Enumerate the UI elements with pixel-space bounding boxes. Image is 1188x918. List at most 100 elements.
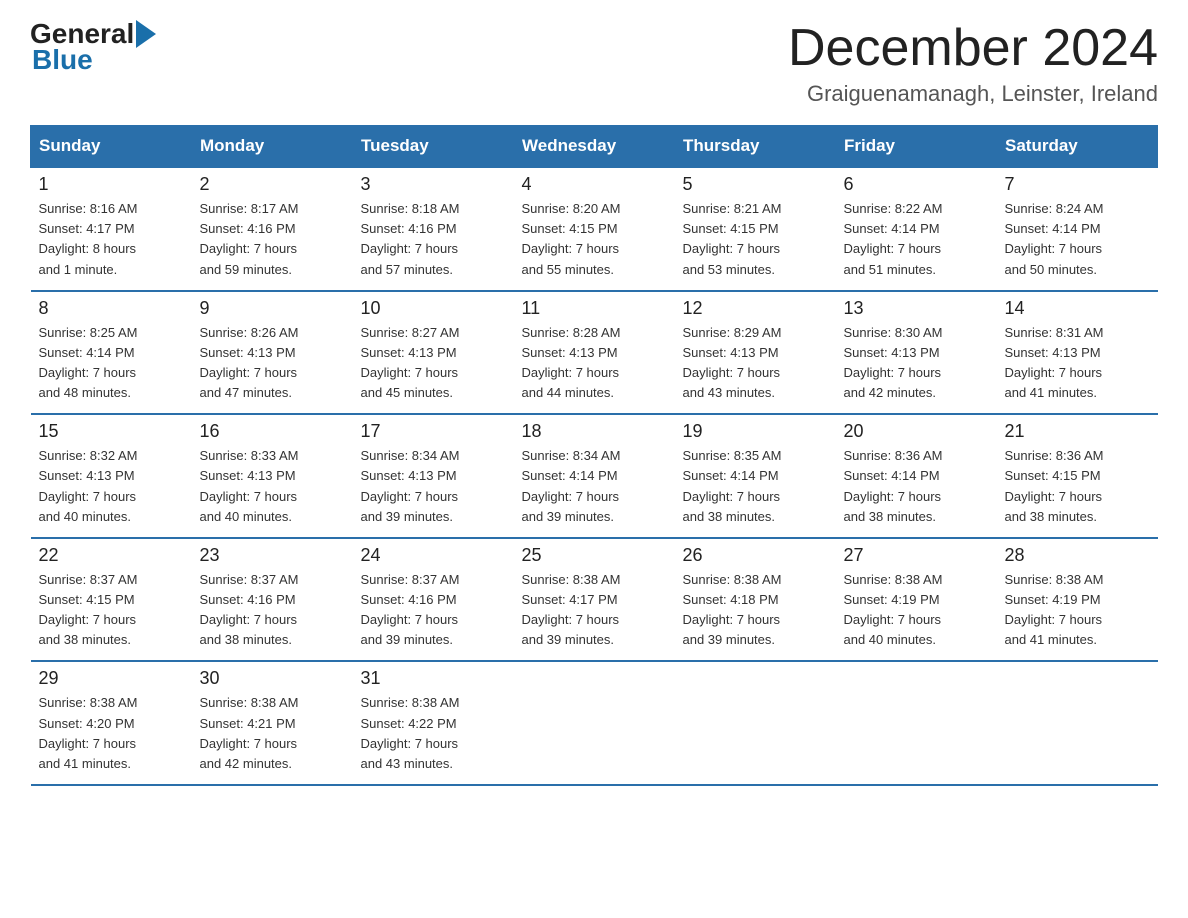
calendar-header-friday: Friday [836, 126, 997, 168]
calendar-cell: 9 Sunrise: 8:26 AMSunset: 4:13 PMDaylight… [192, 291, 353, 415]
day-number: 30 [200, 668, 345, 689]
day-number: 12 [683, 298, 828, 319]
day-number: 29 [39, 668, 184, 689]
location-subtitle: Graiguenamanagh, Leinster, Ireland [788, 81, 1158, 107]
calendar-cell [836, 661, 997, 785]
calendar-cell: 18Sunrise: 8:34 AMSunset: 4:14 PMDayligh… [514, 414, 675, 538]
day-number: 9 [200, 298, 345, 319]
day-number: 11 [522, 298, 667, 319]
day-number: 22 [39, 545, 184, 566]
day-number: 10 [361, 298, 506, 319]
day-info: Sunrise: 8:26 AMSunset: 4:13 PMDaylight:… [200, 323, 345, 404]
calendar-cell: 16Sunrise: 8:33 AMSunset: 4:13 PMDayligh… [192, 414, 353, 538]
day-info: Sunrise: 8:24 AMSunset: 4:14 PMDaylight:… [1005, 199, 1150, 280]
day-number: 19 [683, 421, 828, 442]
day-number: 28 [1005, 545, 1150, 566]
calendar-week-row: 29 Sunrise: 8:38 AMSunset: 4:20 PMDayligh… [31, 661, 1158, 785]
day-number: 23 [200, 545, 345, 566]
calendar-cell: 23Sunrise: 8:37 AMSunset: 4:16 PMDayligh… [192, 538, 353, 662]
day-info: Sunrise: 8:36 AMSunset: 4:15 PMDaylight:… [1005, 446, 1150, 527]
calendar-cell: 29 Sunrise: 8:38 AMSunset: 4:20 PMDayligh… [31, 661, 192, 785]
day-number: 4 [522, 174, 667, 195]
calendar-week-row: 8 Sunrise: 8:25 AMSunset: 4:14 PMDaylight… [31, 291, 1158, 415]
calendar-week-row: 1 Sunrise: 8:16 AMSunset: 4:17 PMDaylight… [31, 167, 1158, 291]
day-info: Sunrise: 8:18 AMSunset: 4:16 PMDaylight:… [361, 199, 506, 280]
calendar-cell: 26 Sunrise: 8:38 AMSunset: 4:18 PMDayligh… [675, 538, 836, 662]
calendar-cell: 14 Sunrise: 8:31 AMSunset: 4:13 PMDayligh… [997, 291, 1158, 415]
day-info: Sunrise: 8:37 AMSunset: 4:15 PMDaylight:… [39, 570, 184, 651]
day-info: Sunrise: 8:20 AMSunset: 4:15 PMDaylight:… [522, 199, 667, 280]
calendar-cell: 12 Sunrise: 8:29 AMSunset: 4:13 PMDayligh… [675, 291, 836, 415]
day-info: Sunrise: 8:29 AMSunset: 4:13 PMDaylight:… [683, 323, 828, 404]
day-info: Sunrise: 8:34 AMSunset: 4:13 PMDaylight:… [361, 446, 506, 527]
day-info: Sunrise: 8:16 AMSunset: 4:17 PMDaylight:… [39, 199, 184, 280]
calendar-cell [997, 661, 1158, 785]
day-info: Sunrise: 8:22 AMSunset: 4:14 PMDaylight:… [844, 199, 989, 280]
calendar-header-row: SundayMondayTuesdayWednesdayThursdayFrid… [31, 126, 1158, 168]
day-number: 8 [39, 298, 184, 319]
day-info: Sunrise: 8:38 AMSunset: 4:20 PMDaylight:… [39, 693, 184, 774]
day-info: Sunrise: 8:37 AMSunset: 4:16 PMDaylight:… [361, 570, 506, 651]
day-number: 7 [1005, 174, 1150, 195]
day-number: 15 [39, 421, 184, 442]
logo-blue [134, 20, 158, 48]
day-info: Sunrise: 8:32 AMSunset: 4:13 PMDaylight:… [39, 446, 184, 527]
day-info: Sunrise: 8:27 AMSunset: 4:13 PMDaylight:… [361, 323, 506, 404]
day-info: Sunrise: 8:35 AMSunset: 4:14 PMDaylight:… [683, 446, 828, 527]
calendar-header-tuesday: Tuesday [353, 126, 514, 168]
day-info: Sunrise: 8:38 AMSunset: 4:18 PMDaylight:… [683, 570, 828, 651]
day-number: 13 [844, 298, 989, 319]
calendar-cell: 27Sunrise: 8:38 AMSunset: 4:19 PMDayligh… [836, 538, 997, 662]
day-number: 17 [361, 421, 506, 442]
calendar-cell: 2 Sunrise: 8:17 AMSunset: 4:16 PMDaylight… [192, 167, 353, 291]
day-number: 3 [361, 174, 506, 195]
day-info: Sunrise: 8:38 AMSunset: 4:21 PMDaylight:… [200, 693, 345, 774]
day-number: 25 [522, 545, 667, 566]
calendar-cell: 30 Sunrise: 8:38 AMSunset: 4:21 PMDayligh… [192, 661, 353, 785]
day-info: Sunrise: 8:17 AMSunset: 4:16 PMDaylight:… [200, 199, 345, 280]
calendar-cell: 3 Sunrise: 8:18 AMSunset: 4:16 PMDaylight… [353, 167, 514, 291]
calendar-cell: 25 Sunrise: 8:38 AMSunset: 4:17 PMDayligh… [514, 538, 675, 662]
calendar-cell: 19 Sunrise: 8:35 AMSunset: 4:14 PMDayligh… [675, 414, 836, 538]
calendar-cell: 6 Sunrise: 8:22 AMSunset: 4:14 PMDaylight… [836, 167, 997, 291]
calendar-cell: 28 Sunrise: 8:38 AMSunset: 4:19 PMDayligh… [997, 538, 1158, 662]
calendar-cell: 5Sunrise: 8:21 AMSunset: 4:15 PMDaylight… [675, 167, 836, 291]
month-title: December 2024 [788, 20, 1158, 77]
day-number: 26 [683, 545, 828, 566]
day-number: 16 [200, 421, 345, 442]
day-info: Sunrise: 8:25 AMSunset: 4:14 PMDaylight:… [39, 323, 184, 404]
day-number: 6 [844, 174, 989, 195]
day-number: 14 [1005, 298, 1150, 319]
calendar-cell: 11Sunrise: 8:28 AMSunset: 4:13 PMDayligh… [514, 291, 675, 415]
calendar-cell: 1 Sunrise: 8:16 AMSunset: 4:17 PMDaylight… [31, 167, 192, 291]
calendar-week-row: 22 Sunrise: 8:37 AMSunset: 4:15 PMDayligh… [31, 538, 1158, 662]
day-number: 5 [683, 174, 828, 195]
calendar-cell: 20 Sunrise: 8:36 AMSunset: 4:14 PMDayligh… [836, 414, 997, 538]
day-number: 24 [361, 545, 506, 566]
calendar-header-saturday: Saturday [997, 126, 1158, 168]
day-info: Sunrise: 8:30 AMSunset: 4:13 PMDaylight:… [844, 323, 989, 404]
calendar-cell: 4 Sunrise: 8:20 AMSunset: 4:15 PMDaylight… [514, 167, 675, 291]
calendar-header-wednesday: Wednesday [514, 126, 675, 168]
day-info: Sunrise: 8:31 AMSunset: 4:13 PMDaylight:… [1005, 323, 1150, 404]
day-number: 1 [39, 174, 184, 195]
day-info: Sunrise: 8:36 AMSunset: 4:14 PMDaylight:… [844, 446, 989, 527]
calendar-cell: 13 Sunrise: 8:30 AMSunset: 4:13 PMDayligh… [836, 291, 997, 415]
header: General Blue December 2024 Graiguenamana… [30, 20, 1158, 107]
logo: General Blue [30, 20, 158, 76]
day-info: Sunrise: 8:38 AMSunset: 4:17 PMDaylight:… [522, 570, 667, 651]
calendar-cell: 31Sunrise: 8:38 AMSunset: 4:22 PMDayligh… [353, 661, 514, 785]
calendar-cell: 24 Sunrise: 8:37 AMSunset: 4:16 PMDayligh… [353, 538, 514, 662]
day-number: 20 [844, 421, 989, 442]
day-info: Sunrise: 8:34 AMSunset: 4:14 PMDaylight:… [522, 446, 667, 527]
calendar-cell: 22 Sunrise: 8:37 AMSunset: 4:15 PMDayligh… [31, 538, 192, 662]
calendar-header-monday: Monday [192, 126, 353, 168]
calendar-cell [675, 661, 836, 785]
calendar-cell [514, 661, 675, 785]
calendar-cell: 21Sunrise: 8:36 AMSunset: 4:15 PMDayligh… [997, 414, 1158, 538]
day-info: Sunrise: 8:38 AMSunset: 4:19 PMDaylight:… [1005, 570, 1150, 651]
day-info: Sunrise: 8:38 AMSunset: 4:22 PMDaylight:… [361, 693, 506, 774]
calendar-cell: 7 Sunrise: 8:24 AMSunset: 4:14 PMDaylight… [997, 167, 1158, 291]
day-number: 2 [200, 174, 345, 195]
day-info: Sunrise: 8:38 AMSunset: 4:19 PMDaylight:… [844, 570, 989, 651]
